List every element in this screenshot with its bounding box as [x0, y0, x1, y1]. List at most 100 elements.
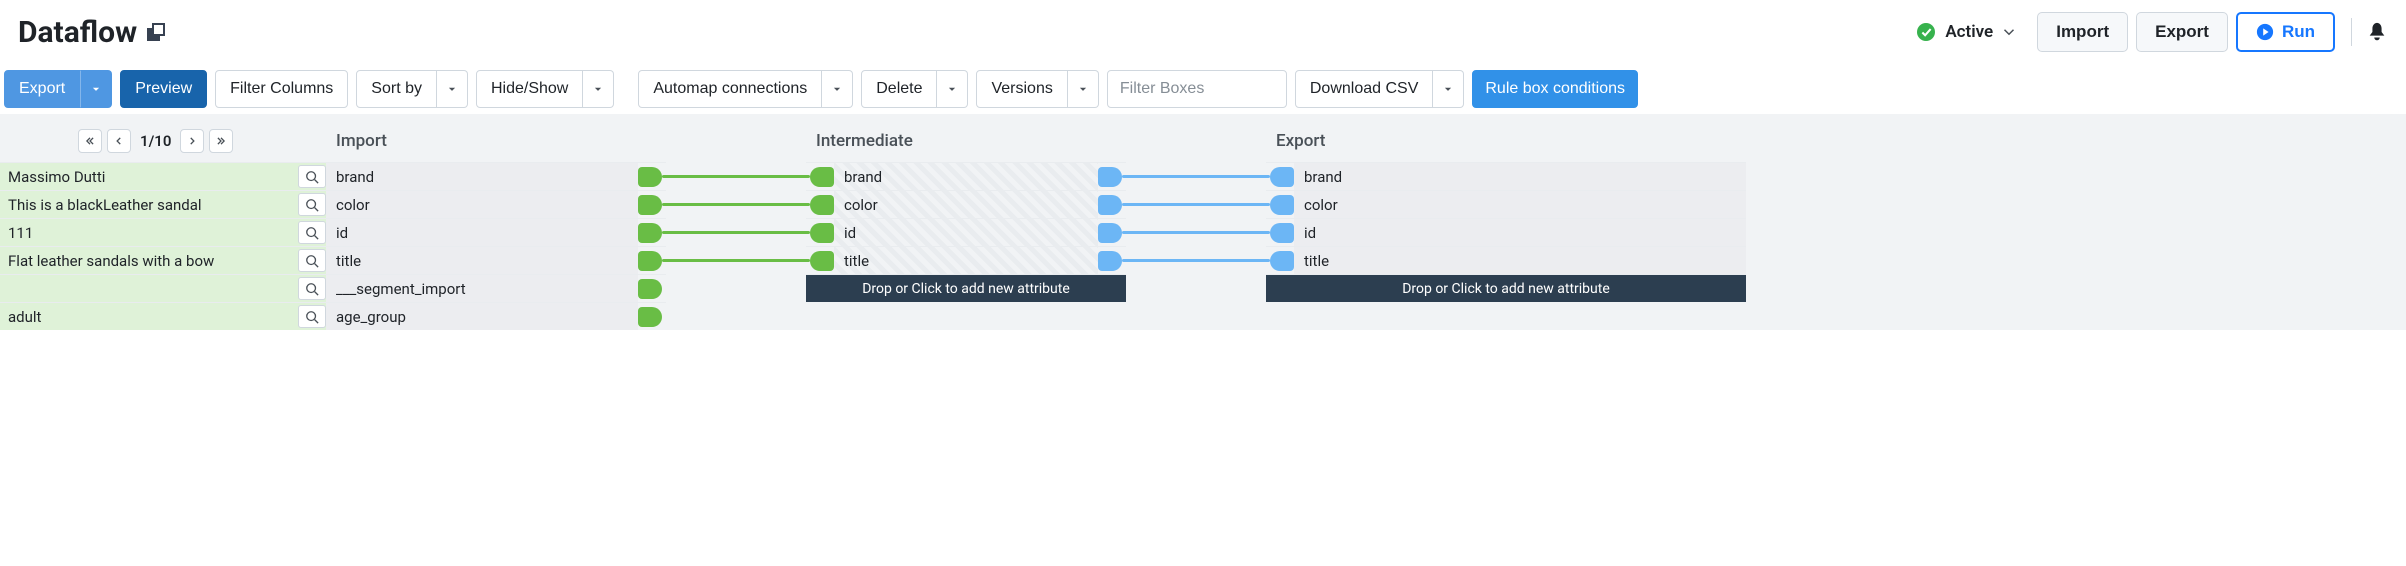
attr-label: id [1294, 219, 1746, 246]
page-title: Dataflow [18, 15, 137, 50]
download-csv-caret[interactable] [1433, 70, 1464, 108]
port-in[interactable] [806, 219, 834, 246]
port-in[interactable] [1266, 163, 1294, 190]
import-attr-row[interactable]: ___segment_import [326, 274, 666, 302]
port-out[interactable] [638, 275, 666, 302]
automap-caret[interactable] [822, 70, 853, 108]
import-stage-label: Import [326, 131, 387, 151]
rule-box-button[interactable]: Rule box conditions [1472, 70, 1638, 108]
preview-column: 1/10 Massimo Dutti This is a blackLeathe… [0, 124, 326, 330]
copy-icon[interactable] [147, 23, 165, 41]
versions-caret[interactable] [1068, 70, 1099, 108]
import-attr-row[interactable]: id [326, 218, 666, 246]
run-button[interactable]: Run [2236, 12, 2335, 52]
port-in[interactable] [1266, 219, 1294, 246]
wire[interactable] [662, 175, 810, 178]
import-button[interactable]: Import [2037, 12, 2128, 52]
intermediate-stage-label: Intermediate [806, 131, 913, 151]
port-out[interactable] [638, 303, 666, 330]
export-toolbar-button[interactable]: Export [4, 70, 80, 108]
magnify-icon[interactable] [298, 193, 326, 216]
status-dropdown[interactable]: Active [1917, 22, 2015, 42]
import-attr-row[interactable]: title [326, 246, 666, 274]
attr-label: brand [1294, 163, 1746, 190]
preview-row: 111 [0, 218, 326, 246]
sort-by-split: Sort by [356, 70, 468, 108]
divider [2351, 18, 2352, 46]
drop-add-attribute[interactable]: Drop or Click to add new attribute [806, 274, 1126, 302]
wire[interactable] [1122, 175, 1270, 178]
import-attr-row[interactable]: brand [326, 162, 666, 190]
preview-cell: adult [0, 303, 296, 330]
delete-split: Delete [861, 70, 968, 108]
intermediate-column: Intermediate brand color id title Drop o… [806, 124, 1266, 302]
attr-label: color [834, 191, 1098, 218]
stage-area: 1/10 Massimo Dutti This is a blackLeathe… [0, 114, 2406, 330]
download-csv-split: Download CSV [1295, 70, 1465, 108]
wire[interactable] [1122, 203, 1270, 206]
attr-label: age_group [326, 303, 638, 330]
intermediate-attr-row[interactable]: title [806, 246, 1126, 274]
magnify-icon[interactable] [298, 249, 326, 272]
sort-by-button[interactable]: Sort by [356, 70, 437, 108]
attr-label: title [1294, 247, 1746, 274]
automap-button[interactable]: Automap connections [638, 70, 822, 108]
attr-label: ___segment_import [326, 275, 638, 302]
filter-boxes-input[interactable] [1107, 70, 1287, 108]
pager: 1/10 [78, 129, 233, 153]
magnify-icon[interactable] [298, 277, 326, 300]
magnify-icon[interactable] [298, 305, 326, 328]
port-in[interactable] [1266, 191, 1294, 218]
wire-column-import [666, 162, 806, 330]
hide-show-caret[interactable] [583, 70, 614, 108]
wire[interactable] [662, 231, 810, 234]
pager-prev-button[interactable] [107, 129, 131, 153]
status-label: Active [1945, 22, 1993, 42]
export-attr-row[interactable]: id [1266, 218, 1746, 246]
sort-by-caret[interactable] [437, 70, 468, 108]
attr-label: id [834, 219, 1098, 246]
export-button[interactable]: Export [2136, 12, 2228, 52]
preview-cell [0, 275, 296, 302]
wire[interactable] [1122, 231, 1270, 234]
intermediate-attr-row[interactable]: brand [806, 162, 1126, 190]
import-attr-row[interactable]: color [326, 190, 666, 218]
port-in[interactable] [806, 191, 834, 218]
download-csv-button[interactable]: Download CSV [1295, 70, 1434, 108]
export-attr-row[interactable]: brand [1266, 162, 1746, 190]
filter-columns-button[interactable]: Filter Columns [215, 70, 348, 108]
port-in[interactable] [1266, 247, 1294, 274]
port-in[interactable] [806, 163, 834, 190]
delete-button[interactable]: Delete [861, 70, 937, 108]
check-circle-icon [1917, 23, 1935, 41]
versions-button[interactable]: Versions [976, 70, 1067, 108]
export-stage-label: Export [1266, 131, 1325, 151]
hide-show-button[interactable]: Hide/Show [476, 70, 583, 108]
pager-next-button[interactable] [180, 129, 204, 153]
bell-icon[interactable] [2366, 21, 2388, 43]
magnify-icon[interactable] [298, 165, 326, 188]
pager-last-button[interactable] [209, 129, 233, 153]
import-column: Import brand color id title ___segment_i… [326, 124, 806, 330]
preview-button[interactable]: Preview [120, 70, 207, 108]
drop-add-attribute[interactable]: Drop or Click to add new attribute [1266, 274, 1746, 302]
preview-row: adult [0, 302, 326, 330]
export-attr-row[interactable]: title [1266, 246, 1746, 274]
versions-split: Versions [976, 70, 1098, 108]
wire[interactable] [662, 259, 810, 262]
import-attr-row[interactable]: age_group [326, 302, 666, 330]
automap-split: Automap connections [638, 70, 853, 108]
magnify-icon[interactable] [298, 221, 326, 244]
wire[interactable] [662, 203, 810, 206]
wire[interactable] [1122, 259, 1270, 262]
port-in[interactable] [806, 247, 834, 274]
export-attr-row[interactable]: color [1266, 190, 1746, 218]
toolbar: Export Preview Filter Columns Sort by Hi… [0, 70, 2406, 108]
attr-label: color [1294, 191, 1746, 218]
delete-caret[interactable] [937, 70, 968, 108]
pager-first-button[interactable] [78, 129, 102, 153]
intermediate-attr-row[interactable]: id [806, 218, 1126, 246]
export-caret-button[interactable] [80, 70, 112, 108]
intermediate-attr-row[interactable]: color [806, 190, 1126, 218]
export-column: Export brand color id title Drop or Clic… [1266, 124, 1746, 302]
